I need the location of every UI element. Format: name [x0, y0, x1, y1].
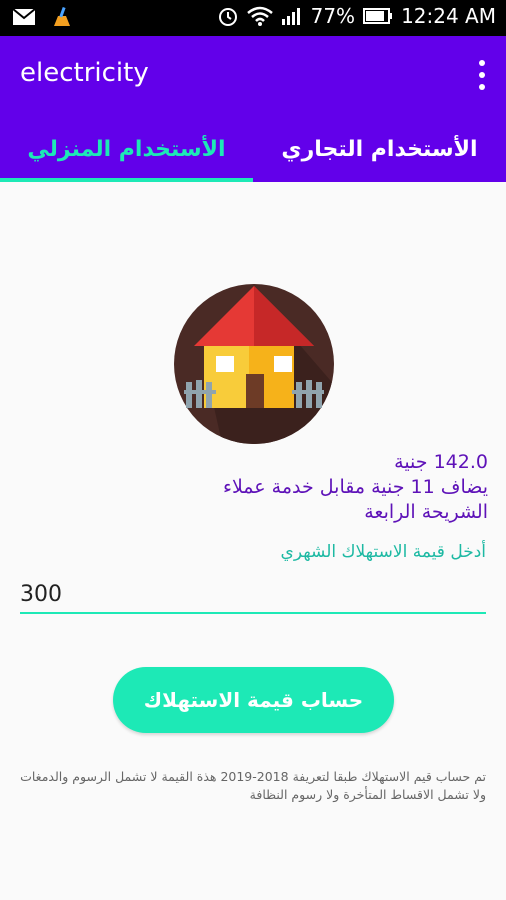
battery-icon	[363, 8, 393, 24]
consumption-hint: أدخل قيمة الاستهلاك الشهري	[280, 542, 486, 562]
result-tier: الشريحة الرابعة	[364, 501, 488, 523]
tab-commercial-usage[interactable]: الأستخدام التجاري	[253, 116, 506, 182]
tariff-note: تم حساب قيم الاستهلاك طبقا لتعريفة 2018-…	[20, 769, 486, 802]
house-icon	[174, 284, 334, 444]
result-service-fee: يضاف 11 جنية مقابل خدمة عملاء	[223, 476, 488, 498]
signal-icon	[281, 8, 300, 25]
consumption-input[interactable]	[20, 576, 486, 614]
alarm-icon	[218, 8, 237, 26]
mail-icon	[12, 8, 36, 25]
overflow-menu-icon[interactable]	[476, 60, 488, 90]
clock: 12:24 AM	[401, 4, 496, 28]
app-title: electricity	[20, 58, 149, 88]
tab-home-usage[interactable]: الأستخدام المنزلي	[0, 116, 253, 182]
result-amount: 142.0 جنية	[394, 451, 488, 473]
calculate-button[interactable]: حساب قيمة الاستهلاك	[113, 667, 394, 733]
wifi-icon	[246, 6, 273, 26]
tab-indicator	[0, 178, 253, 182]
app-bar: electricity	[0, 36, 506, 116]
status-bar: 77% 12:24 AM	[0, 0, 506, 36]
cleaner-icon	[54, 6, 70, 26]
battery-percent: 77%	[310, 4, 356, 28]
result-text: 142.0 جنية يضاف 11 جنية مقابل خدمة عملاء…	[148, 450, 488, 525]
tab-bar: الأستخدام التجاري الأستخدام المنزلي	[0, 116, 506, 182]
